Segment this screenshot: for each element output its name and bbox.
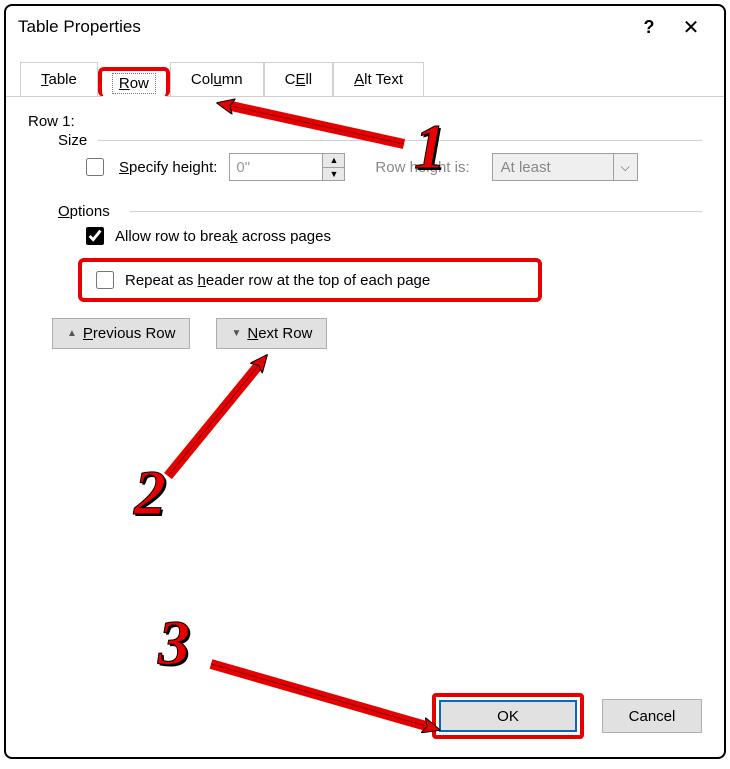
specify-height-checkbox[interactable] (86, 158, 104, 176)
chevron-down-icon[interactable]: ⌵ (613, 154, 637, 180)
repeat-header-label: Repeat as header row at the top of each … (125, 272, 430, 289)
row-indicator: Row 1: (28, 113, 702, 130)
specify-height-spinbox[interactable]: 0" ▲ ▼ (229, 153, 345, 181)
annotation-number-3: 3 (158, 606, 190, 680)
allow-break-checkbox[interactable] (86, 227, 104, 245)
tab-cell[interactable]: CEll (264, 62, 334, 97)
spin-up-icon[interactable]: ▲ (323, 154, 344, 168)
repeat-header-highlight: Repeat as header row at the top of each … (78, 258, 542, 302)
size-legend: Size (58, 132, 95, 149)
triangle-up-icon: ▲ (67, 328, 77, 339)
options-legend: Options (58, 203, 118, 220)
annotation-number-2: 2 (134, 456, 166, 530)
specify-height-label: Specify height: (119, 159, 217, 176)
tab-strip: Table Row Column CEll Alt Text (6, 62, 724, 97)
repeat-header-checkbox[interactable] (96, 271, 114, 289)
row-height-dropdown[interactable]: At least ⌵ (492, 153, 638, 181)
row-height-value: At least (493, 154, 613, 180)
spin-down-icon[interactable]: ▼ (323, 168, 344, 181)
triangle-down-icon: ▼ (231, 328, 241, 339)
ok-button-highlight: OK (432, 693, 584, 739)
help-icon[interactable]: ? (628, 17, 670, 38)
tab-column[interactable]: Column (170, 62, 264, 97)
tab-row[interactable]: Row (98, 67, 170, 97)
specify-height-value[interactable]: 0" (230, 154, 322, 180)
close-icon[interactable]: ✕ (670, 15, 712, 40)
allow-break-label: Allow row to breaK across pages (115, 228, 331, 245)
row-height-is-label: Row height is: (375, 159, 469, 176)
tab-table[interactable]: Table (20, 62, 98, 97)
tab-alt-text[interactable]: Alt Text (333, 62, 424, 97)
next-row-button[interactable]: ▼ Next Row (216, 318, 327, 349)
dialog-title: Table Properties (18, 17, 628, 37)
cancel-button[interactable]: Cancel (602, 699, 702, 733)
ok-button[interactable]: OK (439, 700, 577, 732)
previous-row-button[interactable]: ▲ Previous Row (52, 318, 190, 349)
